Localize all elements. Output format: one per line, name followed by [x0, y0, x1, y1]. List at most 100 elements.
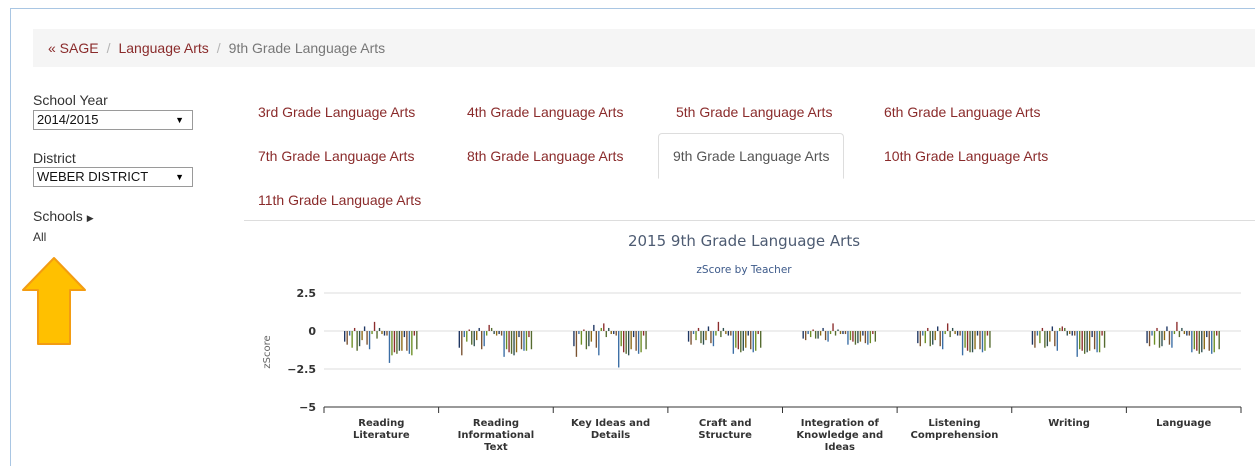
bar: [700, 331, 702, 344]
district-select[interactable]: WEBER DISTRICT ▼: [33, 167, 193, 187]
bar: [919, 331, 921, 347]
bar: [867, 331, 869, 345]
bar: [1064, 327, 1066, 331]
bar: [642, 331, 645, 336]
bar: [1103, 331, 1106, 348]
bar: [817, 331, 819, 339]
bar: [951, 327, 954, 331]
bar: [1153, 331, 1156, 345]
bar: [725, 331, 727, 335]
bar: [1161, 331, 1163, 347]
tab-divider: [244, 220, 1255, 221]
y-tick-label: 2.5: [297, 287, 317, 300]
bar: [707, 326, 710, 331]
bar: [847, 331, 849, 345]
bar: [361, 331, 363, 341]
tab-9th-grade[interactable]: 9th Grade Language Arts: [658, 133, 845, 179]
bar: [1203, 331, 1205, 350]
bar: [471, 331, 473, 345]
bar: [1148, 331, 1151, 347]
bar: [917, 331, 919, 344]
bar: [608, 327, 610, 331]
bar: [1146, 331, 1148, 344]
bar: [1044, 331, 1046, 348]
bar: [832, 323, 834, 331]
bar: [613, 331, 615, 335]
x-category-label: Language: [1156, 418, 1211, 429]
bar: [344, 331, 346, 342]
bar: [640, 331, 642, 353]
x-category-label: Writing: [1048, 418, 1090, 429]
bar: [468, 329, 470, 331]
bar: [461, 331, 463, 356]
bar: [750, 331, 752, 350]
bar: [1036, 331, 1039, 336]
bar: [747, 331, 749, 336]
bar: [687, 331, 690, 342]
bar: [956, 331, 959, 336]
breadcrumb-home-link[interactable]: « SAGE: [48, 40, 99, 56]
bar: [1201, 331, 1203, 353]
bar: [1158, 331, 1161, 348]
bar: [1096, 331, 1098, 353]
bar: [715, 331, 717, 336]
bar: [503, 331, 505, 357]
bar: [922, 331, 924, 336]
bar: [717, 321, 720, 331]
tab-10th-grade[interactable]: 10th Grade Language Arts: [884, 139, 1048, 173]
bar: [760, 331, 762, 348]
bar: [481, 331, 483, 350]
bar: [1074, 331, 1076, 336]
bar: [1176, 321, 1178, 331]
y-tick-label: 0: [308, 325, 316, 338]
bar: [386, 331, 388, 336]
bar: [842, 331, 844, 335]
bar: [1198, 331, 1200, 354]
bar: [1079, 331, 1081, 350]
breadcrumb-separator: /: [216, 40, 221, 56]
bar: [1049, 331, 1051, 342]
y-tick-label: −2.5: [287, 363, 316, 376]
tab-3rd-grade[interactable]: 3rd Grade Language Arts: [258, 95, 415, 129]
bar: [1183, 331, 1186, 335]
chart-container: 2015 9th Grade Language Arts zScore by T…: [244, 222, 1255, 466]
bar: [964, 331, 966, 348]
bar: [802, 331, 804, 339]
tab-7th-grade[interactable]: 7th Grade Language Arts: [258, 139, 414, 173]
school-year-select[interactable]: 2014/2015 ▼: [33, 110, 193, 130]
bar: [495, 331, 498, 336]
bar: [371, 331, 373, 335]
bar: [939, 331, 941, 347]
bar: [829, 331, 832, 335]
bar: [346, 331, 348, 345]
bar: [525, 331, 528, 351]
tab-4th-grade[interactable]: 4th Grade Language Arts: [467, 95, 623, 129]
tab-6th-grade[interactable]: 6th Grade Language Arts: [884, 95, 1040, 129]
x-category-label: Comprehension: [910, 430, 998, 441]
bar: [1101, 331, 1103, 336]
bar: [979, 331, 981, 350]
tab-11th-grade[interactable]: 11th Grade Language Arts: [258, 183, 421, 217]
x-category-label: Reading: [358, 418, 404, 429]
tab-5th-grade[interactable]: 5th Grade Language Arts: [676, 95, 832, 129]
dropdown-caret-icon: ▼: [175, 115, 184, 125]
bar: [1059, 327, 1061, 331]
schools-toggle[interactable]: Schools ▶: [33, 208, 94, 224]
bar: [575, 331, 578, 357]
bar: [1088, 331, 1091, 351]
bar: [859, 331, 862, 342]
bar: [695, 331, 697, 341]
breadcrumb-section-link[interactable]: Language Arts: [118, 40, 208, 56]
bar: [515, 331, 518, 353]
bar: [869, 331, 872, 344]
bar: [1206, 331, 1208, 338]
bar: [637, 331, 640, 354]
bar: [834, 331, 837, 336]
tab-8th-grade[interactable]: 8th Grade Language Arts: [467, 139, 623, 173]
x-category-label: Informational: [458, 430, 535, 441]
bar: [710, 331, 712, 344]
bar: [937, 326, 939, 331]
bar: [927, 327, 929, 331]
bar: [1066, 331, 1068, 336]
x-category-label: Reading: [473, 418, 519, 429]
